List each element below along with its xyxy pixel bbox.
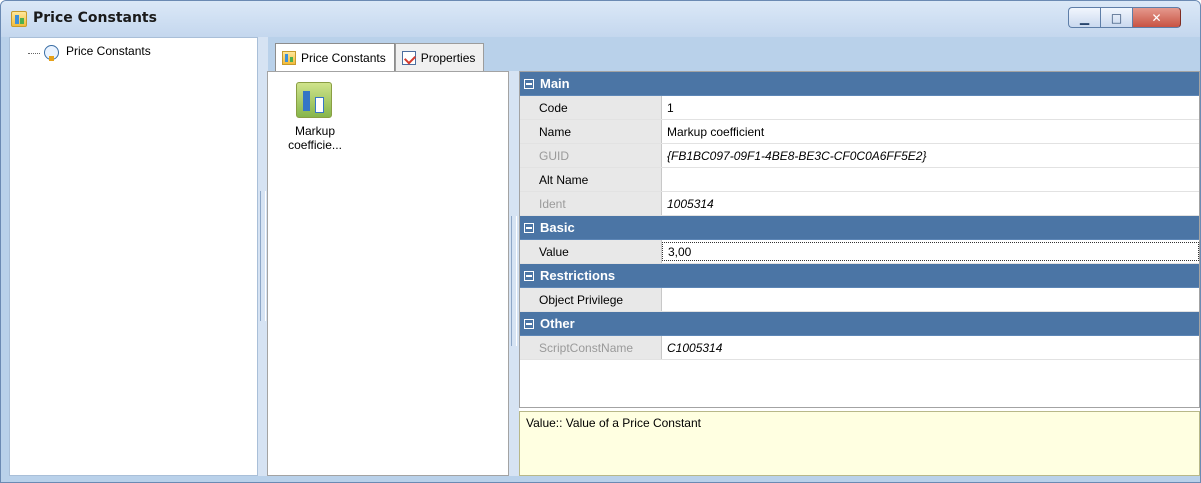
category-basic[interactable]: Basic — [520, 216, 1199, 240]
title-bar[interactable]: Price Constants ▁ □ ✕ — [1, 1, 1200, 37]
tree-panel: Price Constants — [9, 37, 258, 476]
item-caption-line-1: Markup — [294, 124, 335, 138]
property-value-alt-name[interactable] — [662, 168, 1199, 191]
price-constants-icon — [282, 51, 296, 65]
category-restrictions[interactable]: Restrictions — [520, 264, 1199, 288]
minimize-button[interactable]: ▁ — [1068, 7, 1100, 28]
property-value-script-const-name[interactable]: C1005314 — [662, 336, 1199, 359]
property-row-guid[interactable]: GUID {FB1BC097-09F1-4BE8-BE3C-CF0C0A6FF5… — [520, 144, 1199, 168]
property-value-name[interactable]: Markup coefficient — [662, 120, 1199, 143]
price-constants-window: Price Constants ▁ □ ✕ Price Constants Pr… — [0, 0, 1201, 483]
price-constant-item-icon — [296, 82, 332, 118]
maximize-icon: □ — [1110, 10, 1123, 25]
property-description-panel: Value:: Value of a Price Constant — [519, 411, 1200, 476]
item-caption-line-2: coefficie... — [288, 138, 342, 152]
property-grid: Main Code 1 Name Markup coefficient GUID… — [519, 71, 1200, 408]
property-row-script-const-name[interactable]: ScriptConstName C1005314 — [520, 336, 1199, 360]
property-value-ident[interactable]: 1005314 — [662, 192, 1199, 215]
property-name: Object Privilege — [520, 288, 662, 311]
category-main[interactable]: Main — [520, 72, 1199, 96]
maximize-button[interactable]: □ — [1100, 7, 1132, 28]
property-name: ScriptConstName — [520, 336, 662, 359]
property-value-value-input[interactable]: 3,00 — [662, 242, 1199, 261]
tree-node-icon — [44, 45, 59, 61]
category-label: Restrictions — [540, 268, 616, 283]
category-other[interactable]: Other — [520, 312, 1199, 336]
property-row-code[interactable]: Code 1 — [520, 96, 1199, 120]
property-name: Alt Name — [520, 168, 662, 191]
collapse-icon[interactable] — [524, 222, 534, 233]
splitter-grip-icon — [511, 216, 517, 346]
property-value-guid[interactable]: {FB1BC097-09F1-4BE8-BE3C-CF0C0A6FF5E2} — [662, 144, 1199, 167]
category-label: Basic — [540, 220, 575, 235]
close-icon: ✕ — [1151, 10, 1162, 25]
middle-splitter[interactable] — [509, 71, 519, 476]
window-controls: ▁ □ ✕ — [1068, 7, 1182, 28]
tab-label-properties: Properties — [420, 50, 476, 65]
minimize-icon: ▁ — [1079, 10, 1090, 25]
property-name: GUID — [520, 144, 662, 167]
tab-properties[interactable]: Properties — [394, 43, 485, 71]
tab-strip: Price Constants Properties — [275, 43, 485, 72]
property-row-value[interactable]: Value 3,00 — [520, 240, 1199, 264]
splitter-grip-icon — [260, 191, 266, 321]
property-row-name[interactable]: Name Markup coefficient — [520, 120, 1199, 144]
property-name: Code — [520, 96, 662, 119]
property-name: Name — [520, 120, 662, 143]
property-description-text: Value:: Value of a Price Constant — [526, 416, 701, 430]
tree-node-price-constants[interactable]: Price Constants — [66, 44, 151, 58]
price-constants-app-icon — [11, 11, 27, 27]
item-list-panel: Markup coefficie... — [267, 71, 509, 476]
category-label: Other — [540, 316, 575, 331]
collapse-icon[interactable] — [524, 270, 534, 281]
property-row-ident[interactable]: Ident 1005314 — [520, 192, 1199, 216]
properties-icon — [401, 50, 416, 65]
window-title: Price Constants — [33, 10, 157, 26]
tab-price-constants[interactable]: Price Constants — [275, 43, 395, 72]
collapse-icon[interactable] — [524, 78, 534, 89]
property-row-object-privilege[interactable]: Object Privilege — [520, 288, 1199, 312]
property-name: Ident — [520, 192, 662, 215]
content-area: Markup coefficie... Main Code 1 Name Mar… — [267, 71, 1200, 476]
item-caption: Markup coefficie... — [272, 124, 358, 152]
close-button[interactable]: ✕ — [1132, 7, 1181, 28]
property-value-object-privilege[interactable] — [662, 288, 1199, 311]
tab-label-price-constants: Price Constants — [301, 51, 386, 65]
property-name: Value — [520, 240, 662, 263]
property-row-alt-name[interactable]: Alt Name — [520, 168, 1199, 192]
collapse-icon[interactable] — [524, 318, 534, 329]
tree-connector-line — [28, 53, 40, 54]
category-label: Main — [540, 76, 570, 91]
property-value-code[interactable]: 1 — [662, 96, 1199, 119]
